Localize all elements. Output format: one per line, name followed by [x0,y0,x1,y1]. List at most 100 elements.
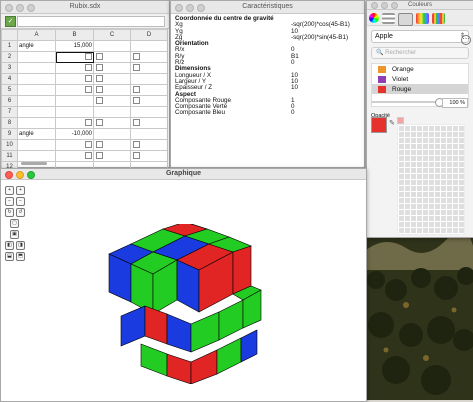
table-cell[interactable] [130,150,168,162]
row-header[interactable]: 10 [1,139,18,151]
opacity-value-field[interactable]: 100 % [442,98,468,108]
table-cell[interactable] [55,117,94,129]
view-right-icon[interactable]: ◨ [16,241,25,250]
table-cell[interactable] [55,73,94,85]
property-value[interactable]: -sqr(200)*sin(45-B1) [291,34,360,41]
row-header[interactable]: 8 [1,117,18,129]
eyedropper-icon[interactable]: ✎ [389,119,395,127]
table-cell[interactable] [93,106,131,118]
checkbox-icon[interactable] [96,141,103,149]
table-cell[interactable] [55,150,94,162]
zoom-button[interactable] [391,2,398,9]
rotate-alt-icon[interactable]: ↺ [16,208,25,217]
row-header[interactable]: 9 [1,128,18,140]
table-cell[interactable]: angle [17,40,56,52]
close-button[interactable] [5,171,13,179]
checkbox-icon[interactable] [85,141,92,149]
column-header-c[interactable]: C [93,29,131,41]
table-cell[interactable] [130,40,168,52]
palettes-icon[interactable] [398,13,413,26]
checkbox-icon[interactable] [96,97,103,105]
property-value[interactable]: 10 [291,84,360,91]
close-button[interactable] [175,4,183,12]
sliders-icon[interactable] [382,13,395,24]
row-header[interactable]: 1 [1,40,18,52]
current-color-swatch[interactable] [371,117,387,133]
table-cell[interactable] [93,51,131,63]
zoom-button[interactable] [197,4,205,12]
color-search-input[interactable]: 🔍 Rechercher [371,47,469,59]
checkbox-icon[interactable] [133,64,140,72]
table-cell[interactable] [93,62,131,74]
property-row[interactable]: Composante Bleu 0 [175,110,360,117]
color-list-item[interactable]: Rouge [372,84,468,94]
table-cell[interactable] [93,128,131,140]
property-row[interactable]: Epaisseur / Z 10 [175,84,360,91]
row-header[interactable]: 4 [1,73,18,85]
table-cell[interactable] [93,117,131,129]
checkbox-icon[interactable] [133,141,140,149]
confirm-check-icon[interactable]: ✓ [5,16,16,27]
custom-swatch-grid[interactable] [397,124,465,235]
minimize-button[interactable] [16,171,24,179]
table-cell[interactable] [17,73,56,85]
checkbox-icon[interactable] [96,75,103,83]
checkbox-icon[interactable] [96,86,103,94]
table-cell[interactable] [17,150,56,162]
image-palettes-icon[interactable] [416,13,429,24]
zoom-button[interactable] [27,171,35,179]
table-cell[interactable]: 15,000 [55,40,94,52]
graphics-titlebar[interactable]: Graphique [1,169,366,180]
pencils-icon[interactable] [432,13,445,24]
rotate-icon[interactable]: ↻ [5,208,14,217]
checkbox-icon[interactable] [85,152,92,160]
corner-header[interactable] [1,29,18,41]
table-cell[interactable] [55,62,94,74]
minimize-button[interactable] [16,4,24,12]
table-cell[interactable] [93,95,131,107]
zoom-out-icon[interactable]: − [5,197,14,206]
table-cell[interactable] [17,95,56,107]
checkbox-icon[interactable] [85,64,92,72]
column-header-b[interactable]: B [55,29,94,41]
checkbox-icon[interactable] [133,53,140,61]
row-header[interactable]: 3 [1,62,18,74]
table-cell[interactable] [55,106,94,118]
recent-color-swatch[interactable] [397,117,404,124]
column-header-d[interactable]: D [130,29,168,41]
color-list-item[interactable]: Violet [372,74,468,84]
table-cell[interactable] [130,106,168,118]
table-cell[interactable] [130,73,168,85]
table-cell[interactable] [17,139,56,151]
checkbox-icon[interactable] [96,152,103,160]
rubiks-cube-render[interactable] [101,224,276,384]
horizontal-scrollbar[interactable] [21,162,47,165]
checkbox-icon[interactable] [96,53,103,61]
table-cell[interactable] [17,84,56,96]
view-bottom-icon[interactable]: ⬓ [5,252,14,261]
table-cell[interactable] [130,95,168,107]
row-header[interactable]: 7 [1,106,18,118]
properties-titlebar[interactable]: Caractéristiques [171,1,364,14]
view-iso-icon[interactable]: ⬒ [16,252,25,261]
checkbox-icon[interactable] [133,119,140,127]
formula-input[interactable] [17,16,165,27]
view-front-icon[interactable]: ▣ [10,230,19,239]
table-cell[interactable] [17,62,56,74]
zoom-in-alt-icon[interactable]: + [16,186,25,195]
checkbox-icon[interactable] [85,86,92,94]
table-cell[interactable] [93,40,131,52]
table-cell[interactable] [17,106,56,118]
table-cell[interactable] [130,117,168,129]
checkbox-icon[interactable] [85,75,92,83]
table-cell[interactable] [17,117,56,129]
row-header[interactable]: 5 [1,84,18,96]
color-list-item[interactable]: Orange [372,64,468,74]
zoom-button[interactable] [27,4,35,12]
table-cell[interactable] [130,139,168,151]
view-left-icon[interactable]: ◧ [5,241,14,250]
table-cell[interactable] [130,62,168,74]
color-wheel-icon[interactable] [369,13,379,23]
colors-titlebar[interactable]: Couleurs [367,1,473,10]
close-button[interactable] [5,4,13,12]
